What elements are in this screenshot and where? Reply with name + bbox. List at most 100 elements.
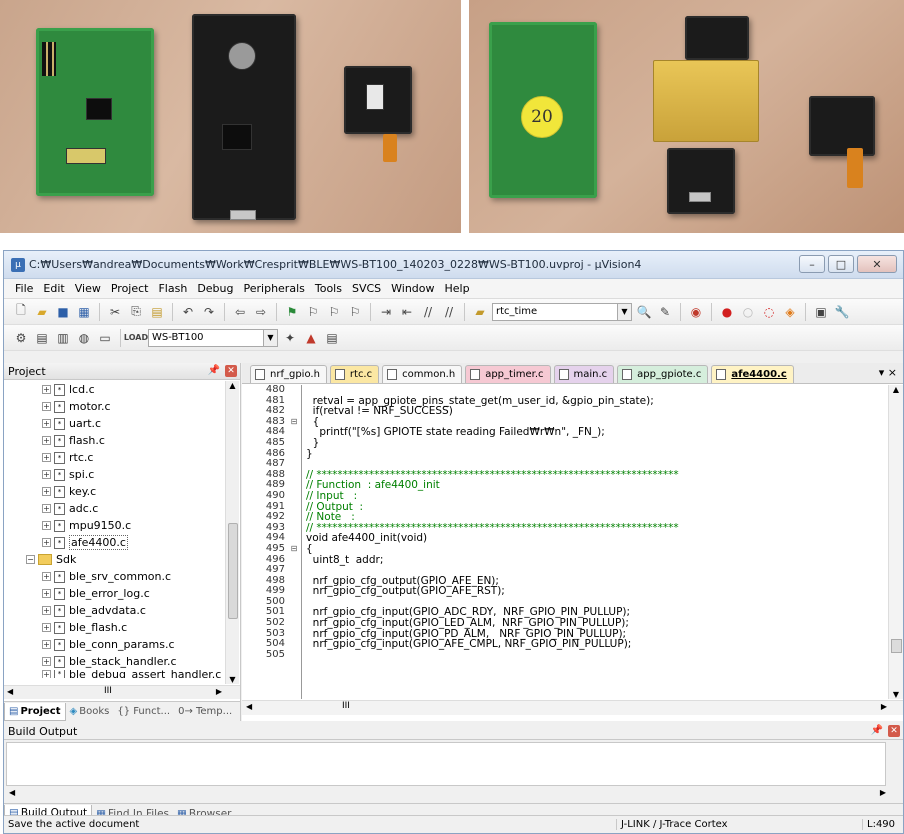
- minimize-button[interactable]: –: [799, 255, 825, 273]
- scroll-right-icon[interactable]: ▶: [880, 788, 886, 797]
- code-line[interactable]: 494 void afe4400_init(void): [242, 533, 887, 544]
- tree-item-file[interactable]: + * ble_conn_params.c: [4, 636, 226, 653]
- tree-item-file[interactable]: + * ble_flash.c: [4, 619, 226, 636]
- code-line[interactable]: 490// Input :: [242, 490, 887, 502]
- editor-hscroll[interactable]: ◀ III ▶: [242, 700, 903, 715]
- tree-item-folder[interactable]: − Sdk: [4, 551, 226, 568]
- code-line[interactable]: 485 }: [242, 437, 887, 449]
- incremental-find-icon[interactable]: ✎: [656, 303, 674, 321]
- manage-components-icon[interactable]: ▤: [323, 329, 341, 347]
- expand-icon[interactable]: +: [42, 419, 51, 428]
- scroll-down-icon[interactable]: ▼: [889, 690, 903, 699]
- tree-item-file[interactable]: + * lcd.c: [4, 381, 226, 398]
- tree-item-file-selected[interactable]: + * afe4400.c: [4, 534, 226, 551]
- tree-item-file[interactable]: + * mpu9150.c: [4, 517, 226, 534]
- tab-file[interactable]: app_gpiote.c: [617, 365, 709, 383]
- tab-project[interactable]: ▤ Project: [4, 702, 66, 721]
- expand-icon[interactable]: +: [42, 402, 51, 411]
- enable-breakpoint-icon[interactable]: ○: [739, 303, 757, 321]
- scroll-left-icon[interactable]: ◀: [9, 788, 15, 797]
- scroll-up-icon[interactable]: ▲: [226, 381, 239, 390]
- menu-debug[interactable]: Debug: [192, 282, 238, 295]
- menu-help[interactable]: Help: [440, 282, 475, 295]
- build-icon[interactable]: ▤: [33, 329, 51, 347]
- clear-bookmarks-icon[interactable]: ⚐: [346, 303, 364, 321]
- menu-view[interactable]: View: [70, 282, 106, 295]
- indent-icon[interactable]: ⇥: [377, 303, 395, 321]
- target-combo[interactable]: WS-BT100 ▼: [148, 328, 278, 347]
- menu-project[interactable]: Project: [106, 282, 154, 295]
- uncomment-icon[interactable]: //: [440, 303, 458, 321]
- find-combo[interactable]: rtc_time ▼: [492, 302, 632, 321]
- tab-books[interactable]: ◈ Books: [66, 703, 114, 721]
- expand-icon[interactable]: +: [42, 487, 51, 496]
- unindent-icon[interactable]: ⇤: [398, 303, 416, 321]
- comment-icon[interactable]: //: [419, 303, 437, 321]
- scroll-down-icon[interactable]: ▼: [226, 675, 239, 684]
- scroll-right-icon[interactable]: ▶: [216, 687, 222, 696]
- rebuild-icon[interactable]: ▥: [54, 329, 72, 347]
- expand-icon[interactable]: +: [42, 572, 51, 581]
- menu-peripherals[interactable]: Peripherals: [239, 282, 310, 295]
- expand-icon[interactable]: +: [42, 521, 51, 530]
- new-file-icon[interactable]: 🗋: [12, 303, 30, 321]
- scroll-up-icon[interactable]: ▲: [889, 385, 903, 394]
- kill-breakpoints-icon[interactable]: ◈: [781, 303, 799, 321]
- expand-icon[interactable]: +: [42, 589, 51, 598]
- save-all-icon[interactable]: ▦: [75, 303, 93, 321]
- tab-file[interactable]: common.h: [382, 365, 463, 383]
- tab-file[interactable]: nrf_gpio.h: [250, 365, 327, 383]
- tab-templates[interactable]: 0→ Temp...: [174, 703, 236, 721]
- scroll-thumb[interactable]: [891, 639, 902, 653]
- close-icon[interactable]: ✕: [888, 725, 900, 737]
- code-line[interactable]: 480: [242, 385, 887, 396]
- tree-item-file[interactable]: + * key.c: [4, 483, 226, 500]
- expand-icon[interactable]: +: [42, 640, 51, 649]
- close-button[interactable]: ✕: [857, 255, 897, 273]
- tab-functions[interactable]: {} Funct...: [113, 703, 174, 721]
- tree-item-file[interactable]: + * ble_error_log.c: [4, 585, 226, 602]
- code-line[interactable]: 495 ⊟{: [242, 543, 887, 555]
- scroll-left-icon[interactable]: ◀: [246, 702, 252, 711]
- configure-icon[interactable]: 🔧: [833, 303, 851, 321]
- menu-edit[interactable]: Edit: [38, 282, 69, 295]
- maximize-button[interactable]: □: [828, 255, 854, 273]
- collapse-icon[interactable]: −: [26, 555, 35, 564]
- editor-vscroll[interactable]: ▲ ▼: [888, 385, 903, 699]
- find-in-files-icon[interactable]: ▰: [471, 303, 489, 321]
- build-output-text[interactable]: [6, 742, 886, 786]
- copy-icon[interactable]: ⎘: [127, 303, 145, 321]
- file-extensions-icon[interactable]: ▲: [302, 329, 320, 347]
- expand-icon[interactable]: +: [42, 470, 51, 479]
- tab-file[interactable]: rtc.c: [329, 365, 380, 383]
- prev-bookmark-icon[interactable]: ⚐: [304, 303, 322, 321]
- tree-item-file[interactable]: + * rtc.c: [4, 449, 226, 466]
- expand-icon[interactable]: +: [42, 606, 51, 615]
- expand-icon[interactable]: +: [42, 504, 51, 513]
- code-line[interactable]: 496 uint8_t addr;: [242, 554, 887, 566]
- scroll-right-icon[interactable]: ▶: [881, 702, 887, 711]
- menu-file[interactable]: File: [10, 282, 38, 295]
- tree-item-file[interactable]: + * ble_srv_common.c: [4, 568, 226, 585]
- bookmark-icon[interactable]: ⚑: [283, 303, 301, 321]
- download-icon[interactable]: LOAD: [124, 329, 148, 347]
- tab-file[interactable]: app_timer.c: [465, 365, 551, 383]
- tab-file[interactable]: afe4400.c: [711, 365, 794, 383]
- code-area[interactable]: 480 481 retval = app_gpiote_pins_state_ge…: [242, 385, 887, 699]
- code-line[interactable]: 484 printf("[%s] GPIOTE state reading Fa…: [242, 427, 887, 438]
- tree-item-file[interactable]: + * uart.c: [4, 415, 226, 432]
- scroll-left-icon[interactable]: ◀: [7, 687, 13, 696]
- tree-item-file[interactable]: + * ble_advdata.c: [4, 602, 226, 619]
- code-line[interactable]: 486}: [242, 448, 887, 460]
- scroll-thumb[interactable]: [228, 523, 238, 619]
- expand-icon[interactable]: +: [42, 385, 51, 394]
- undo-icon[interactable]: ↶: [179, 303, 197, 321]
- expand-icon[interactable]: +: [42, 453, 51, 462]
- paste-icon[interactable]: ▤: [148, 303, 166, 321]
- pin-icon[interactable]: 📌: [208, 365, 220, 376]
- tree-item-file[interactable]: + * ble_stack_handler.c: [4, 653, 226, 670]
- project-tree-vscroll[interactable]: ▲ ▼: [225, 381, 239, 684]
- code-line[interactable]: 482 if(retval != NRF_SUCCESS): [242, 406, 887, 417]
- project-tree-hscroll[interactable]: ◀ III ▶: [4, 685, 240, 699]
- menu-svcs[interactable]: SVCS: [347, 282, 386, 295]
